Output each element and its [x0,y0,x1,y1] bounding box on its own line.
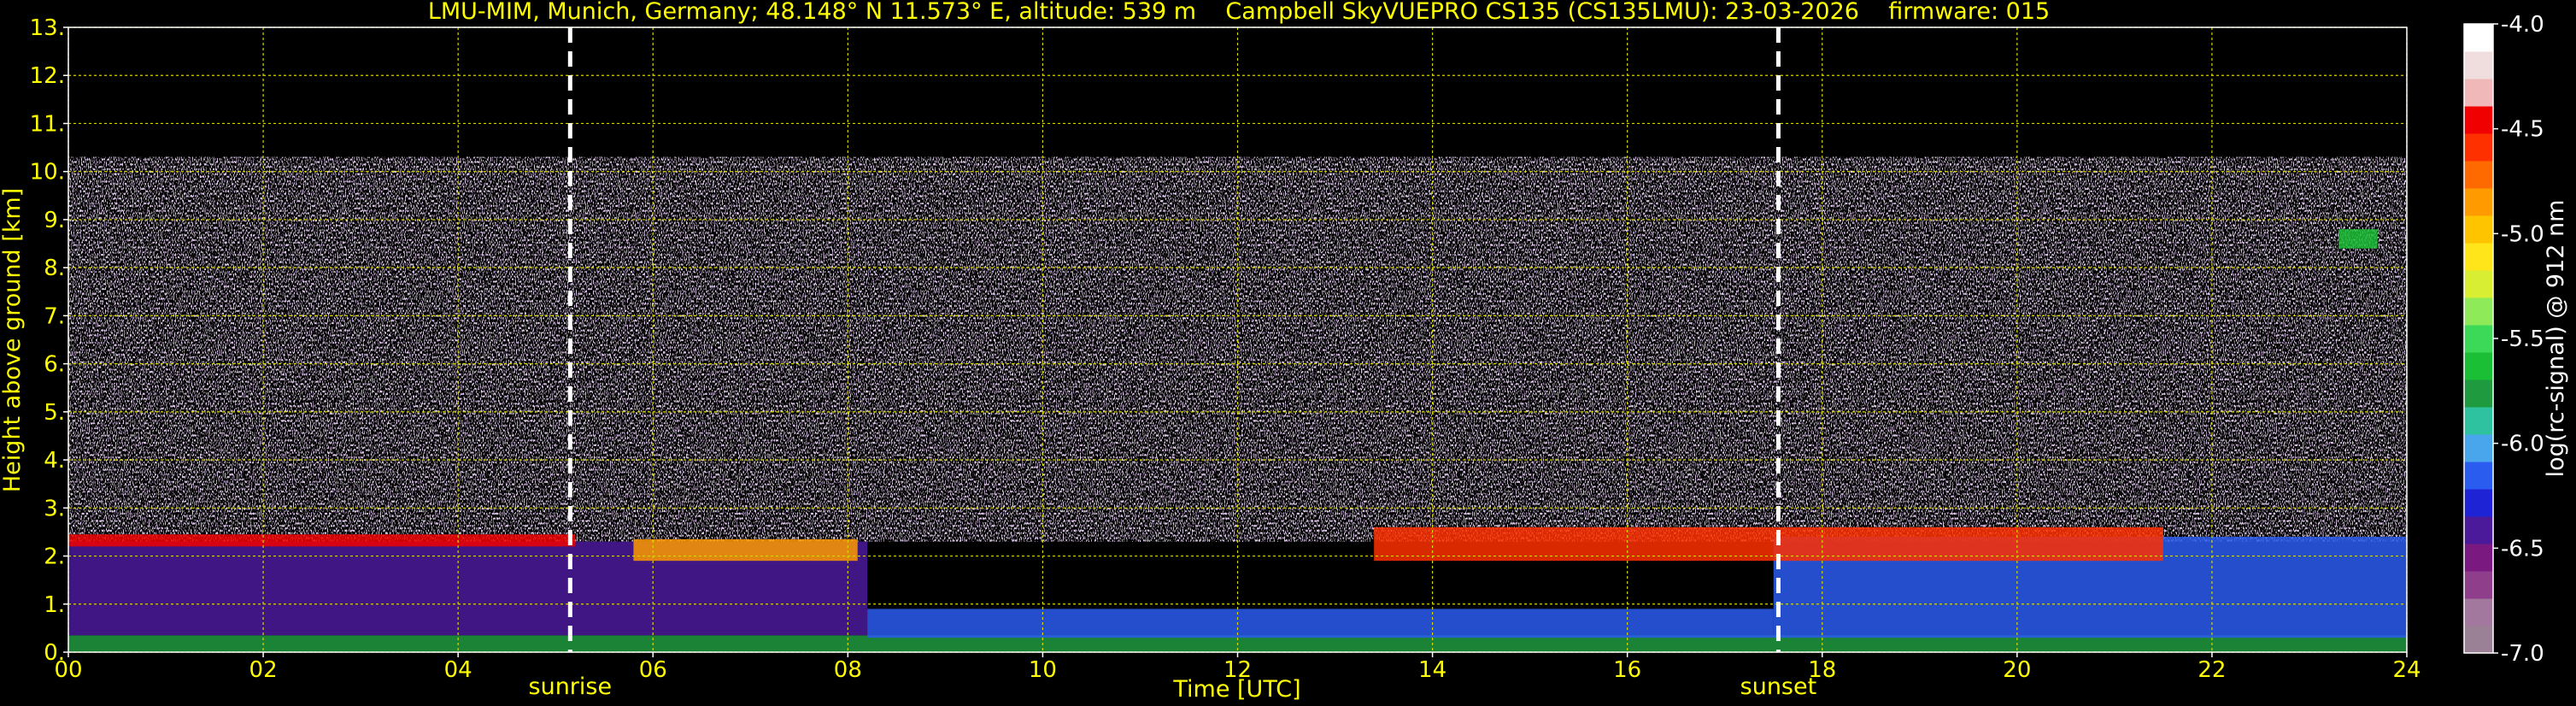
colorbar-swatch-2 [2464,571,2493,599]
y-tick-label-10: 10. [30,160,65,185]
feature-2 [867,609,1774,638]
colorbar-tick-label-1: -4.5 [2501,117,2544,143]
colorbar-swatch-19 [2464,106,2493,134]
x-tick-label-8: 16 [1613,657,1641,683]
x-tick-label-4: 08 [834,657,862,683]
y-tick-label-4: 4. [44,448,65,474]
x-tick-label-2: 04 [444,657,472,683]
ceilometer-chart: sunrise sunset 00 02 04 06 08 10 12 14 16 18 20 22 24… [0,0,2576,706]
colorbar-swatch-0 [2464,626,2493,654]
sunrise-label: sunrise [529,674,613,700]
colorbar-swatch-6 [2464,462,2493,490]
colorbar-swatch-22 [2464,24,2493,52]
colorbar-swatch-3 [2464,544,2493,572]
colorbar-swatch-4 [2464,516,2493,544]
y-tick-label-12: 12. [30,63,65,89]
colorbar-swatch-7 [2464,434,2493,462]
colorbar-swatch-12 [2464,297,2493,326]
x-tick-label-10: 20 [2003,657,2031,683]
x-tick-label-7: 14 [1418,657,1446,683]
y-tick-label-11: 11. [30,111,65,137]
colorbar-tick-label-2: -5.0 [2501,221,2544,247]
x-axis-label: Time [UTC] [1172,676,1300,703]
colorbar-swatch-15 [2464,215,2493,244]
y-tick-label-8: 8. [44,256,65,281]
colorbar-swatch-17 [2464,161,2493,189]
y-tick-label-13: 13. [30,15,65,41]
x-tick-label-3: 06 [639,657,667,683]
y-tick-label-9: 9. [44,208,65,233]
colorbar-tick-label-5: -6.5 [2501,536,2544,562]
colorbar-swatch-18 [2464,133,2493,162]
colorbar-swatch-21 [2464,51,2493,79]
colorbar-tick-label-3: -5.5 [2501,327,2544,352]
chart-title: LMU-MIM, Munich, Germany; 48.148° N 11.5… [428,0,2050,25]
colorbar-swatches [2464,24,2493,654]
x-tick-label-12: 24 [2392,657,2421,683]
colorbar-swatch-13 [2464,270,2493,298]
y-tick-label-1: 1. [44,592,65,618]
x-tick-label-9: 18 [1808,657,1836,683]
colorbar-swatch-10 [2464,352,2493,380]
colorbar-swatch-8 [2464,407,2493,435]
y-tick-label-6: 6. [44,352,65,378]
x-tick-label-5: 10 [1029,657,1057,683]
colorbar-tick-label-4: -6.0 [2501,432,2544,457]
y-tick-label-7: 7. [44,303,65,329]
colorbar-swatch-1 [2464,598,2493,627]
colorbar-swatch-20 [2464,79,2493,107]
sunset-label: sunset [1740,674,1817,700]
y-tick-label-5: 5. [44,400,65,426]
y-tick-label-3: 3. [44,496,65,521]
colorbar-swatch-14 [2464,243,2493,271]
feature-6 [68,534,576,547]
feature-7 [2338,229,2378,249]
colorbar-label: log(rc-signal) @ 912 nm [2543,200,2569,478]
y-tick-label-2: 2. [44,544,65,570]
colorbar-tick-label-0: -4.0 [2501,12,2544,38]
y-tick-label-0: 0. [44,640,65,666]
colorbar-swatch-9 [2464,379,2493,408]
colorbar-swatch-11 [2464,325,2493,353]
feature-4 [633,538,858,562]
x-tick-label-1: 02 [249,657,278,683]
y-axis-label: Height above ground [km] [0,188,26,492]
colorbar-swatch-16 [2464,188,2493,216]
x-tick-label-11: 22 [2198,657,2226,683]
colorbar-swatch-5 [2464,489,2493,517]
feature-5 [1374,527,2163,562]
colorbar-tick-label-6: -7.0 [2501,641,2544,667]
